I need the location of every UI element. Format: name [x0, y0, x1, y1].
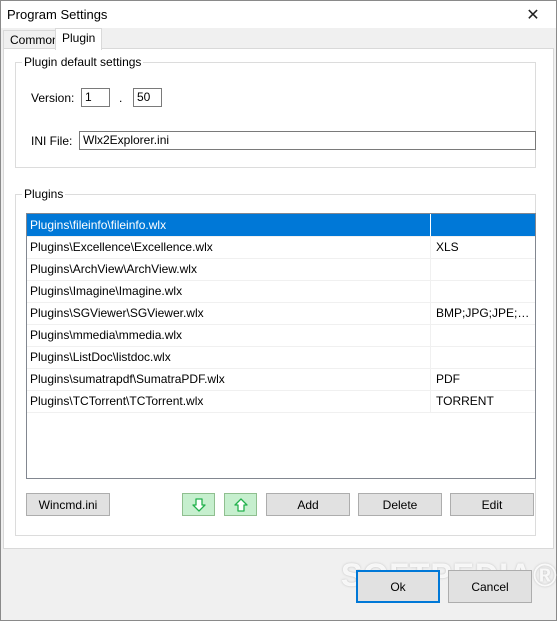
plugin-ext-cell [436, 280, 532, 302]
table-row[interactable]: Plugins\Imagine\Imagine.wlx [27, 280, 535, 303]
table-row[interactable]: Plugins\sumatrapdf\SumatraPDF.wlx PDF [27, 368, 535, 391]
version-minor-input[interactable]: 50 [133, 88, 162, 107]
move-up-button[interactable] [224, 493, 257, 516]
table-row[interactable]: Plugins\ListDoc\listdoc.wlx [27, 346, 535, 369]
add-button[interactable]: Add [266, 493, 350, 516]
plugin-ext-cell: PDF [436, 372, 460, 386]
plugins-list[interactable]: Plugins\fileinfo\fileinfo.wlx Plugins\Ex… [26, 213, 536, 479]
plugin-ext-cell [436, 258, 532, 280]
ini-file-input[interactable]: Wlx2Explorer.ini [79, 131, 536, 150]
wincmd-ini-button[interactable]: Wincmd.ini [26, 493, 110, 516]
plugin-path-cell: Plugins\sumatrapdf\SumatraPDF.wlx [27, 368, 431, 390]
ok-button[interactable]: Ok [356, 570, 440, 603]
table-row[interactable]: Plugins\ArchView\ArchView.wlx [27, 258, 535, 281]
plugin-ext-cell: BMP;JPG;JPE;JPEG;PNG [436, 306, 532, 320]
version-label: Version: [31, 91, 75, 105]
arrow-down-icon [191, 497, 206, 512]
version-separator: . [119, 91, 123, 105]
plugin-path-cell: Plugins\ListDoc\listdoc.wlx [27, 346, 431, 368]
plugin-path-cell: Plugins\Excellence\Excellence.wlx [27, 236, 431, 258]
plugin-default-settings-legend: Plugin default settings [22, 55, 144, 69]
plugin-path-cell: Plugins\TCTorrent\TCTorrent.wlx [27, 390, 431, 412]
plugin-path-cell: Plugins\ArchView\ArchView.wlx [27, 258, 431, 280]
close-icon: ✕ [526, 6, 540, 24]
move-down-button[interactable] [182, 493, 215, 516]
table-row[interactable]: Plugins\TCTorrent\TCTorrent.wlx TORRENT [27, 390, 535, 413]
plugin-ext-cell: XLS [436, 240, 459, 254]
plugin-tab-panel: Plugin default settings Version: 1 . 50 … [3, 48, 554, 549]
plugin-ext-cell: TORRENT [436, 394, 494, 408]
plugin-ext-cell [436, 324, 532, 346]
arrow-up-icon [233, 497, 248, 512]
plugin-path-cell: Plugins\SGViewer\SGViewer.wlx [27, 302, 431, 324]
plugin-path-cell: Plugins\mmedia\mmedia.wlx [27, 324, 431, 346]
cancel-button[interactable]: Cancel [448, 570, 532, 603]
table-row[interactable]: Plugins\mmedia\mmedia.wlx [27, 324, 535, 347]
close-button[interactable]: ✕ [510, 1, 556, 28]
plugin-path-cell: Plugins\Imagine\Imagine.wlx [27, 280, 431, 302]
table-row[interactable]: Plugins\fileinfo\fileinfo.wlx [27, 214, 535, 237]
plugins-legend: Plugins [22, 187, 66, 201]
plugin-default-settings-group: Plugin default settings Version: 1 . 50 … [15, 55, 536, 168]
ini-file-label: INI File: [31, 134, 73, 148]
table-row[interactable]: Plugins\SGViewer\SGViewer.wlx BMP;JPG;JP… [27, 302, 535, 325]
table-row[interactable]: Plugins\Excellence\Excellence.wlx XLS [27, 236, 535, 259]
title-bar: Program Settings ✕ [1, 1, 556, 28]
program-settings-window: Program Settings ✕ Common Plugin Plugin … [0, 0, 557, 621]
tab-plugin[interactable]: Plugin [55, 28, 103, 50]
delete-button[interactable]: Delete [358, 493, 442, 516]
window-title: Program Settings [7, 7, 108, 22]
version-major-input[interactable]: 1 [81, 88, 110, 107]
edit-button[interactable]: Edit [450, 493, 534, 516]
plugin-path-cell: Plugins\fileinfo\fileinfo.wlx [27, 214, 431, 236]
plugin-ext-cell [436, 346, 532, 368]
plugin-ext-cell [436, 214, 532, 236]
plugins-group: Plugins Plugins\fileinfo\fileinfo.wlx Pl… [15, 187, 536, 536]
